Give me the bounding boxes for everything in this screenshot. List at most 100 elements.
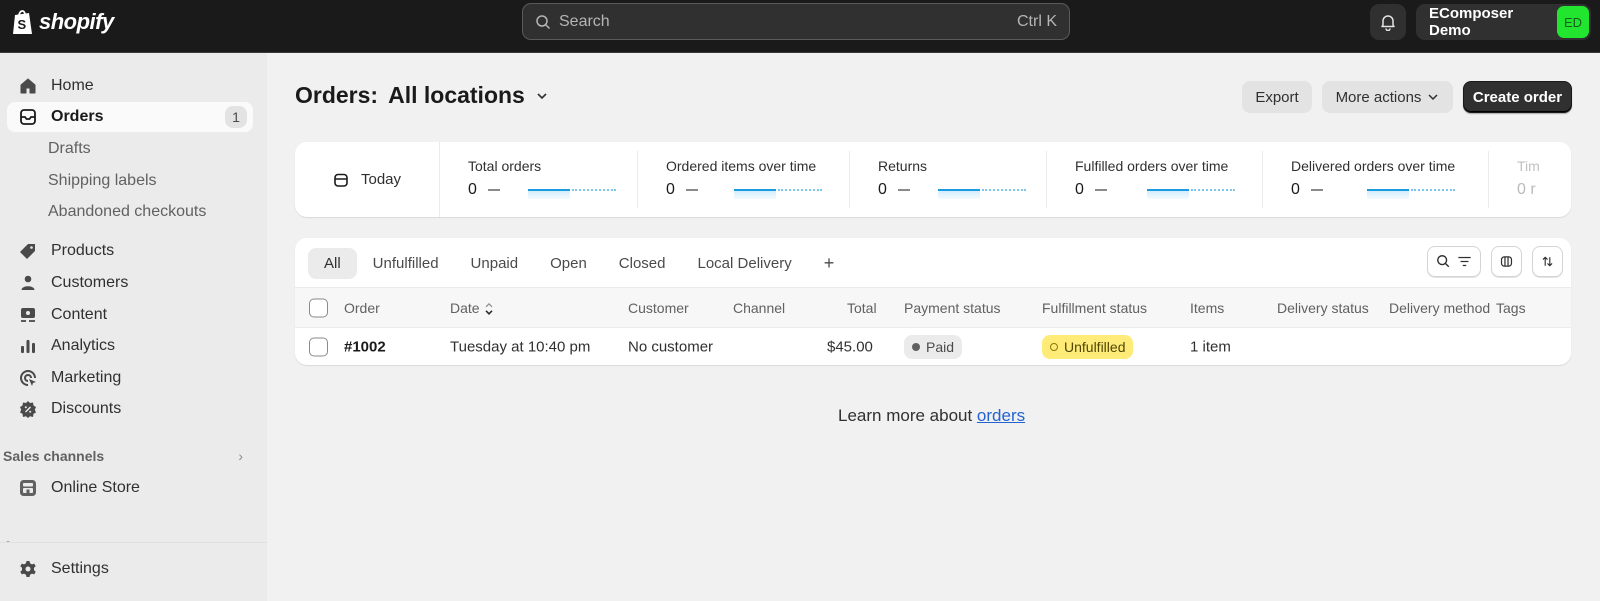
learn-more-text: Learn more about orders [838, 406, 1025, 426]
tab-closed[interactable]: Closed [603, 248, 682, 279]
sidebar-item-label: Settings [51, 560, 109, 577]
sort-icon [485, 302, 493, 315]
brand-name: shopify [39, 9, 114, 34]
metric-label: Returns [878, 158, 928, 174]
chevron-right-icon: › [238, 448, 243, 464]
export-button[interactable]: Export [1242, 81, 1312, 113]
metric-label: Total orders [468, 158, 542, 174]
sidebar-item-settings[interactable]: Settings [7, 554, 253, 584]
column-header-date[interactable]: Date [450, 299, 494, 315]
inbox-icon [18, 107, 38, 127]
sidebar-item-label: Content [51, 306, 108, 323]
sidebar-item-marketing[interactable]: Marketing [7, 363, 253, 393]
metric-returns[interactable]: Returns 0 [850, 151, 1047, 208]
metric-trend-dash [488, 189, 500, 191]
date-range-picker[interactable]: Today [295, 142, 440, 217]
tab-local-delivery[interactable]: Local Delivery [682, 248, 808, 279]
store-icon [18, 478, 38, 498]
sidebar-item-label: Orders [51, 108, 104, 125]
metric-delivered-orders[interactable]: Delivered orders over time 0 [1263, 151, 1489, 208]
metric-value: 0 [666, 181, 675, 198]
column-header-total: Total [847, 299, 877, 316]
metric-ordered-items[interactable]: Ordered items over time 0 [638, 151, 850, 208]
order-total: $45.00 [827, 338, 873, 355]
sidebar-item-discounts[interactable]: Discounts [7, 394, 253, 424]
metric-sparkline [528, 183, 618, 199]
sidebar-item-content[interactable]: Content [7, 300, 253, 330]
learn-more-prefix: Learn more about [838, 406, 977, 425]
person-icon [18, 273, 38, 293]
sidebar-subitem-shipping-labels[interactable]: Shipping labels [48, 172, 157, 190]
metric-value: 0 r [1517, 181, 1536, 198]
tab-unfulfilled[interactable]: Unfulfilled [357, 248, 455, 279]
column-header-payment-status: Payment status [904, 299, 1001, 316]
tab-all[interactable]: All [308, 248, 357, 279]
account-menu[interactable]: EComposer Demo ED [1416, 4, 1591, 40]
sort-button[interactable] [1532, 246, 1563, 277]
search-shortcut: Ctrl K [1017, 12, 1057, 30]
sidebar-item-analytics[interactable]: Analytics [7, 331, 253, 361]
sidebar-item-label: Home [51, 77, 94, 94]
metric-trend-dash [686, 189, 698, 191]
search-filter-button[interactable] [1427, 246, 1481, 277]
metric-fulfilled-orders[interactable]: Fulfilled orders over time 0 [1047, 151, 1263, 208]
sidebar-item-label: Marketing [51, 369, 122, 386]
page-title-prefix: Orders: [295, 82, 379, 108]
search-placeholder: Search [559, 12, 610, 30]
columns-button[interactable] [1491, 246, 1522, 277]
search-input[interactable]: Search Ctrl K [522, 3, 1070, 40]
sidebar-item-label: Online Store [51, 479, 140, 496]
sidebar-item-online-store[interactable]: Online Store [7, 473, 253, 503]
more-actions-button[interactable]: More actions [1322, 81, 1453, 113]
select-all-checkbox[interactable] [309, 298, 328, 317]
calendar-icon [334, 173, 348, 187]
metric-trend-dash [1095, 189, 1107, 191]
tab-open[interactable]: Open [534, 248, 603, 279]
bar-chart-icon [18, 336, 38, 356]
column-header-order: Order [344, 299, 380, 316]
metric-sparkline [938, 183, 1028, 199]
table-row[interactable]: #1002 Tuesday at 10:40 pm No customer $4… [295, 328, 1571, 365]
sidebar-subitem-drafts[interactable]: Drafts [48, 140, 91, 158]
metric-truncated[interactable]: Tim 0 r [1489, 151, 1569, 208]
sales-channels-title: Sales channels [3, 448, 105, 464]
tag-icon [18, 241, 38, 261]
column-header-delivery-method: Delivery method [1389, 299, 1491, 316]
location-label: All locations [388, 82, 525, 108]
create-order-button[interactable]: Create order [1463, 81, 1572, 113]
target-icon [18, 368, 38, 388]
sidebar-item-home[interactable]: Home [7, 71, 253, 101]
discount-icon [18, 399, 38, 419]
sales-channels-section[interactable]: Sales channels › [3, 448, 243, 464]
metric-total-orders[interactable]: Total orders 0 [440, 151, 638, 208]
home-icon [18, 76, 38, 96]
chevron-down-icon [1428, 94, 1438, 101]
metric-label: Ordered items over time [666, 158, 817, 174]
search-icon [1437, 255, 1450, 268]
shopify-logo[interactable]: S shopify [11, 8, 114, 36]
chevron-down-icon [537, 92, 547, 99]
order-number[interactable]: #1002 [344, 338, 386, 355]
sidebar-item-customers[interactable]: Customers [7, 268, 253, 298]
table-header: Order Date Customer Channel Total Paymen… [295, 287, 1571, 328]
sidebar-item-label: Customers [51, 274, 129, 291]
column-header-tags: Tags [1496, 299, 1526, 316]
order-items: 1 item [1190, 338, 1231, 355]
unfulfilled-circle-icon [1050, 342, 1058, 351]
shopify-bag-icon: S [13, 10, 32, 34]
orders-help-link[interactable]: orders [977, 406, 1025, 425]
add-view-button[interactable]: + [808, 248, 851, 279]
location-selector[interactable]: All locations [388, 82, 549, 109]
tab-unpaid[interactable]: Unpaid [455, 248, 535, 279]
date-range-label: Today [360, 171, 402, 188]
account-name: EComposer Demo [1429, 5, 1514, 39]
metric-value: 0 [468, 181, 477, 198]
row-checkbox[interactable] [309, 337, 328, 356]
notifications-button[interactable] [1370, 4, 1406, 40]
sidebar-item-products[interactable]: Products [7, 236, 253, 266]
sidebar-subitem-abandoned-checkouts[interactable]: Abandoned checkouts [48, 203, 206, 221]
sidebar-item-orders[interactable]: Orders 1 [7, 102, 253, 132]
metric-trend-dash [1311, 189, 1323, 191]
metric-sparkline [1147, 183, 1237, 199]
sidebar-item-label: Products [51, 242, 115, 259]
